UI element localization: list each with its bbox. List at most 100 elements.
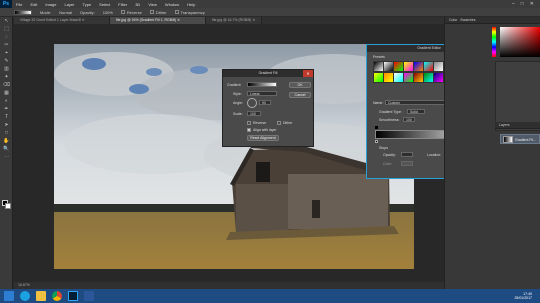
gradient-preset-10[interactable] (384, 72, 393, 82)
tool-11-icon[interactable]: ✒ (2, 106, 11, 113)
gradient-preset-9[interactable] (374, 72, 383, 82)
presets-label: Presets (373, 55, 385, 59)
style-select[interactable]: Linear (247, 91, 277, 96)
tab-layers[interactable]: Layers (499, 123, 510, 127)
stop-opacity-input[interactable] (401, 152, 413, 157)
angle-input[interactable]: 90 (259, 100, 271, 105)
gradient-preset-1[interactable] (374, 62, 383, 71)
tool-16-icon[interactable]: 🔍 (2, 146, 11, 153)
background-color-swatch[interactable] (5, 203, 11, 209)
tab-village[interactable]: Village 32 Grunt Edited 1 Layer Mask/8 ✕ (14, 17, 110, 24)
gradient-preset-15[interactable] (434, 72, 443, 82)
gradient-preset-14[interactable] (424, 72, 433, 82)
tab-swatches[interactable]: Swatches (460, 18, 475, 22)
tab-file[interactable]: file.jpg @ 16.7% (RGB/8) ✕ (206, 17, 262, 24)
gradient-fill-close-icon[interactable]: ✕ (303, 70, 313, 77)
layer-name: Gradient Fil... (515, 138, 537, 142)
tool-7-icon[interactable]: ✦ (2, 74, 11, 81)
tool-8-icon[interactable]: ⌫ (2, 82, 11, 89)
internet-explorer-icon[interactable] (20, 291, 30, 301)
transparency-checkbox[interactable]: Transparency (174, 10, 205, 15)
dither-checkbox[interactable]: Dither (277, 121, 292, 126)
maximize-button[interactable]: □ (521, 1, 524, 7)
chrome-icon[interactable] (52, 291, 62, 301)
gradient-preset-2[interactable] (384, 62, 393, 71)
tool-10-icon[interactable]: ◐ (2, 98, 11, 105)
minimize-button[interactable]: – (512, 1, 515, 7)
opacity-label: Opacity: (80, 9, 95, 15)
windows-start-icon[interactable] (4, 291, 14, 301)
gradient-preset-13[interactable] (414, 72, 423, 82)
menu-edit[interactable]: Edit (26, 2, 41, 7)
gradient-fill-ok-button[interactable]: OK (289, 82, 311, 88)
tool-13-icon[interactable]: ➤ (2, 122, 11, 129)
gradient-type-label: Gradient Type: (379, 110, 402, 114)
gradient-preset-3[interactable] (394, 62, 403, 71)
menu-window[interactable]: Window (161, 2, 183, 7)
color-stop-left[interactable] (375, 140, 378, 143)
tool-15-icon[interactable]: ✋ (2, 138, 11, 145)
tool-3-icon[interactable]: ✂ (2, 42, 11, 49)
menu-help[interactable]: Help (183, 2, 199, 7)
align-with-layer-checkbox[interactable]: Align with layer (247, 128, 277, 133)
menu-file[interactable]: File (12, 2, 26, 7)
menu-filter[interactable]: Filter (114, 2, 131, 7)
tool-17-icon[interactable]: ⋯ (2, 154, 11, 161)
zoom-level[interactable]: 16.67% (18, 283, 30, 287)
layers-panel-header: Layers (495, 122, 540, 129)
gradient-picker[interactable] (14, 9, 32, 15)
angle-dial[interactable] (247, 98, 257, 108)
reverse-checkbox[interactable]: Reverse (247, 121, 266, 126)
gradient-preset-12[interactable] (404, 72, 413, 82)
dither-checkbox[interactable]: Dither (149, 10, 167, 15)
file-explorer-icon[interactable] (36, 291, 46, 301)
menu-type[interactable]: Type (79, 2, 96, 7)
tool-12-icon[interactable]: T (2, 114, 11, 121)
gradient-preset-7[interactable] (434, 62, 443, 71)
gradient-preset-11[interactable] (394, 72, 403, 82)
scale-label: Scale: (233, 112, 243, 116)
color-field-picker[interactable] (500, 27, 540, 57)
menu-layer[interactable]: Layer (60, 2, 78, 7)
close-button[interactable]: ✕ (530, 1, 534, 7)
tool-2-icon[interactable]: ◌ (2, 34, 11, 41)
gradient-fill-cancel-button[interactable]: Cancel (289, 92, 311, 98)
adjustments-panel (495, 61, 540, 131)
tab-color[interactable]: Color (449, 18, 457, 22)
smoothness-input[interactable]: 100 (403, 117, 415, 122)
gradient-preset-4[interactable] (404, 62, 413, 71)
menu-3d[interactable]: 3D (131, 2, 144, 7)
tool-4-icon[interactable]: ⌖ (2, 50, 11, 57)
gradient-preset-6[interactable] (424, 62, 433, 71)
menu-view[interactable]: View (144, 2, 161, 7)
stops-label: Stops (379, 146, 388, 150)
tool-14-icon[interactable]: □ (2, 130, 11, 137)
stop-color-swatch[interactable] (401, 161, 413, 166)
word-icon[interactable] (84, 291, 94, 301)
photoshop-taskbar-icon[interactable] (68, 291, 78, 301)
tool-5-icon[interactable]: ✎ (2, 58, 11, 65)
menu-select[interactable]: Select (95, 2, 114, 7)
gradient-preview[interactable] (247, 82, 277, 87)
gradient-preset-5[interactable] (414, 62, 423, 71)
opacity-input[interactable]: 100% (103, 10, 113, 15)
reverse-checkbox[interactable]: Reverse (120, 10, 142, 15)
clock[interactable]: 17:49 25/01/2017 (514, 292, 540, 301)
tool-6-icon[interactable]: ▥ (2, 66, 11, 73)
tool-0-icon[interactable]: ↖ (2, 18, 11, 25)
hue-slider[interactable] (492, 27, 496, 57)
angle-label: Angle: (233, 101, 243, 105)
mode-select[interactable]: Normal (59, 10, 72, 15)
menu-image[interactable]: Image (41, 2, 60, 7)
tool-1-icon[interactable]: ⬚ (2, 26, 11, 33)
layer-row-gradient-fill[interactable]: Gradient Fil... (500, 134, 540, 144)
opacity-stop-left[interactable] (375, 126, 378, 129)
tool-9-icon[interactable]: ▦ (2, 90, 11, 97)
scale-input[interactable]: 100 (247, 111, 261, 116)
gradient-type-select[interactable]: Solid (407, 109, 425, 114)
gradient-fill-dialog: Gradient Fill ✕ Gradient: Style: Linear … (222, 69, 314, 147)
mode-label: Mode: (40, 9, 52, 15)
reset-alignment-button[interactable]: Reset Alignment (247, 135, 279, 141)
stop-color-label: Color: (383, 162, 393, 166)
tab-file-gradient[interactable]: file.jpg @ 16% (Gradient Fill 1, RGB/8) … (110, 17, 206, 24)
